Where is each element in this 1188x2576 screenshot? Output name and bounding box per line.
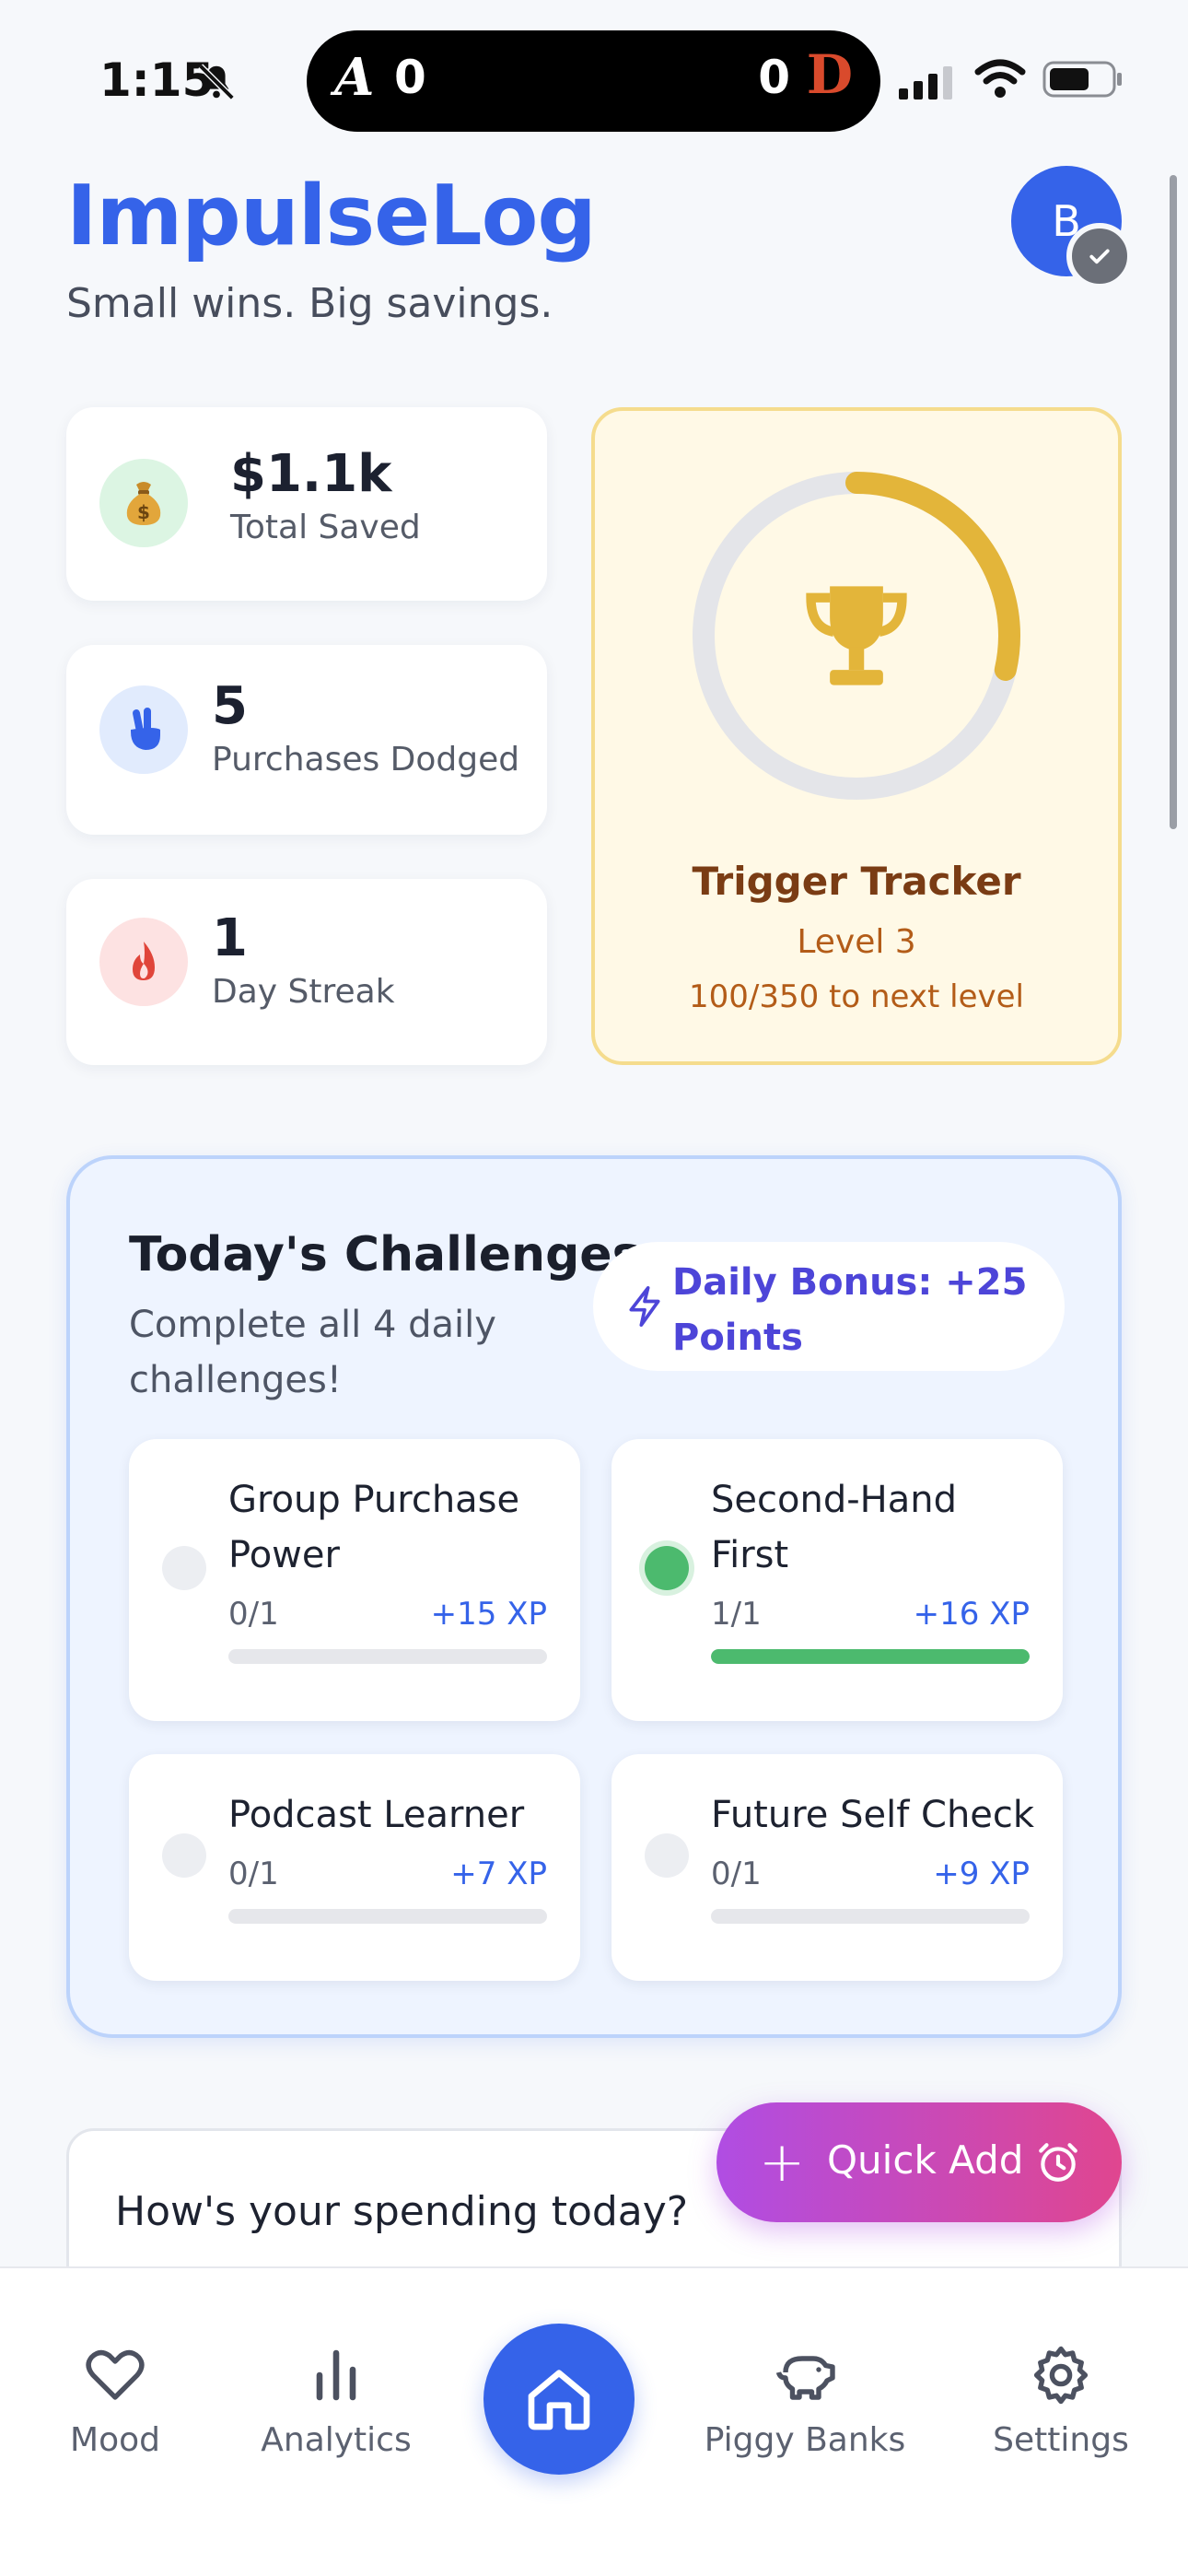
trigger-tracker-card[interactable]: Trigger Tracker Level 3 100/350 to next … [591, 407, 1122, 1065]
nav-label: Settings [993, 2421, 1129, 2459]
piggy-bank-icon [775, 2356, 835, 2400]
challenge-card[interactable]: Group Purchase Power 0/1 +15 XP [129, 1439, 580, 1721]
challenge-name: Group Purchase Power [228, 1479, 520, 1576]
challenge-name: Future Self Check [711, 1794, 1035, 1836]
heart-icon [86, 2349, 145, 2400]
stat-value: 5 [212, 676, 248, 736]
tracker-level: Level 3 [797, 923, 916, 961]
stat-label: Total Saved [230, 509, 421, 546]
challenge-card[interactable]: Future Self Check 0/1 +9 XP [611, 1754, 1063, 1981]
stat-card-day-streak[interactable]: 1 Day Streak [66, 879, 547, 1065]
challenge-card[interactable]: Podcast Learner 0/1 +7 XP [129, 1754, 580, 1981]
team-left-logo: A [334, 47, 375, 108]
nav-label: Mood [70, 2421, 160, 2459]
hand-icon [99, 685, 188, 774]
bar-chart-icon [316, 2349, 356, 2401]
daily-bonus-pill: Daily Bonus: +25 Points [593, 1242, 1065, 1371]
cellular-signal-icon [899, 66, 952, 100]
stat-value: 1 [212, 908, 248, 968]
home-icon [528, 2370, 590, 2430]
challenge-progress-bar [711, 1649, 1030, 1664]
nav-item-piggy-banks[interactable]: Piggy Banks [704, 2342, 906, 2459]
challenge-xp: +9 XP [933, 1856, 1030, 1892]
stat-label: Day Streak [212, 973, 395, 1011]
challenge-progress-bar [228, 1909, 547, 1924]
bottom-navigation: Mood Analytics Piggy Banks Settings [0, 2266, 1188, 2576]
challenge-name: Podcast Learner [228, 1794, 525, 1836]
tracker-title: Trigger Tracker [692, 859, 1021, 904]
challenge-xp: +7 XP [450, 1856, 547, 1892]
nav-item-analytics[interactable]: Analytics [235, 2342, 437, 2459]
lightning-icon [629, 1286, 660, 1327]
challenge-xp: +16 XP [913, 1596, 1030, 1633]
bell-muted-icon [198, 64, 235, 100]
wifi-icon [974, 59, 1026, 98]
stat-card-total-saved[interactable]: $ $1.1k Total Saved [66, 407, 547, 601]
scrollbar[interactable] [1170, 175, 1177, 829]
challenge-progress: 1/1 [711, 1596, 762, 1633]
stat-card-purchases-dodged[interactable]: 5 Purchases Dodged [66, 645, 547, 835]
plus-icon: + [759, 2130, 806, 2195]
nav-label: Analytics [261, 2421, 412, 2459]
challenge-xp: +15 XP [430, 1596, 547, 1633]
challenge-progress: 0/1 [228, 1596, 279, 1633]
quick-add-button[interactable]: + Quick Add [716, 2102, 1122, 2222]
money-bag-icon: $ [99, 459, 188, 547]
challenge-status-dot [645, 1833, 689, 1878]
challenge-status-dot [162, 1546, 206, 1590]
team-left-score: 0 [394, 51, 426, 104]
nav-item-settings[interactable]: Settings [960, 2342, 1162, 2459]
dynamic-island[interactable]: A 0 0 D [307, 30, 880, 132]
app-subtitle: Small wins. Big savings. [66, 280, 553, 327]
svg-text:$: $ [137, 501, 150, 523]
challenges-title: Today's Challenges [129, 1227, 641, 1282]
stat-value: $1.1k [230, 444, 392, 504]
nav-label: Piggy Banks [704, 2421, 906, 2459]
challenge-progress-bar [711, 1909, 1030, 1924]
battery-icon [1042, 61, 1122, 98]
challenge-progress: 0/1 [711, 1856, 762, 1892]
status-bar: 1:15 A 0 0 D [0, 0, 1188, 147]
challenge-progress: 0/1 [228, 1856, 279, 1892]
quick-add-label: Quick Add [827, 2137, 1024, 2183]
challenge-progress-bar [228, 1649, 547, 1664]
verified-badge-icon [1066, 223, 1133, 289]
app-title: ImpulseLog [66, 168, 597, 264]
alarm-clock-icon [1039, 2143, 1077, 2182]
nav-item-mood[interactable]: Mood [14, 2342, 216, 2459]
todays-challenges-panel: Today's Challenges Complete all 4 daily … [66, 1155, 1122, 2038]
nav-item-home[interactable] [483, 2324, 635, 2475]
challenges-subtitle: Complete all 4 daily challenges! [129, 1304, 496, 1401]
gear-icon [1033, 2346, 1089, 2405]
trophy-icon [806, 586, 907, 685]
flame-icon [99, 918, 188, 1006]
tracker-progress-text: 100/350 to next level [689, 978, 1024, 1015]
team-right-logo: D [806, 43, 853, 106]
spending-prompt: How's your spending today? [115, 2188, 689, 2235]
challenge-status-dot [645, 1546, 689, 1590]
team-right-score: 0 [758, 51, 790, 104]
challenge-card[interactable]: Second-Hand First 1/1 +16 XP [611, 1439, 1063, 1721]
challenge-name: Second-Hand First [711, 1479, 957, 1576]
challenge-status-dot [162, 1833, 206, 1878]
stat-label: Purchases Dodged [212, 741, 520, 779]
daily-bonus-text: Daily Bonus: +25 Points [672, 1261, 1028, 1359]
